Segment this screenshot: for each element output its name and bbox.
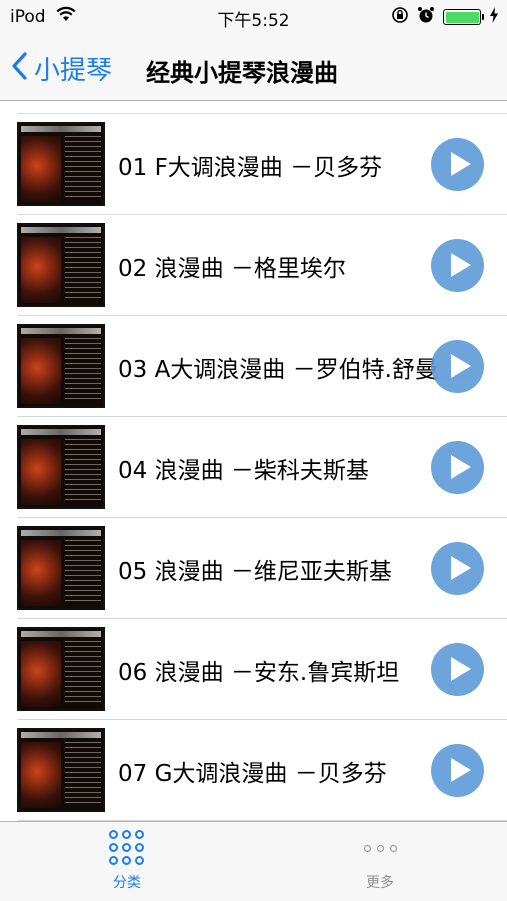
play-button[interactable] (431, 340, 484, 393)
navigation-bar: 小提琴 经典小提琴浪漫曲 (0, 36, 507, 101)
page-title: 经典小提琴浪漫曲 (146, 59, 338, 87)
album-cover-thumbnail (17, 425, 105, 509)
song-title: 04 浪漫曲 －柴科夫斯基 (118, 458, 369, 484)
grid-icon (109, 830, 145, 866)
song-title: 07 G大调浪漫曲 －贝多芬 (118, 761, 387, 787)
list-item[interactable]: 01 F大调浪漫曲 －贝多芬 (0, 114, 507, 215)
play-button[interactable] (431, 138, 484, 191)
play-button[interactable] (431, 239, 484, 292)
back-button-label: 小提琴 (34, 55, 113, 86)
song-title: 02 浪漫曲 －格里埃尔 (118, 256, 346, 282)
chevron-left-icon (10, 51, 28, 85)
song-list[interactable]: 01 F大调浪漫曲 －贝多芬 02 浪漫曲 －格里埃尔 03 A大调浪漫曲 －罗… (0, 101, 507, 821)
back-button[interactable]: 小提琴 (10, 50, 112, 86)
tab-more-label: 更多 (366, 875, 394, 891)
orientation-lock-icon (391, 6, 409, 28)
tab-more[interactable]: 更多 (340, 830, 420, 892)
play-button[interactable] (431, 542, 484, 595)
status-right (391, 6, 499, 28)
list-item[interactable]: 03 A大调浪漫曲 －罗伯特.舒曼 (0, 316, 507, 417)
album-cover-thumbnail (17, 728, 105, 812)
battery-fill (445, 11, 479, 23)
list-item[interactable]: 05 浪漫曲 －维尼亚夫斯基 (0, 518, 507, 619)
song-title: 05 浪漫曲 －维尼亚夫斯基 (118, 559, 392, 585)
tab-category[interactable]: 分类 (87, 830, 167, 892)
play-button[interactable] (431, 643, 484, 696)
list-item[interactable]: 04 浪漫曲 －柴科夫斯基 (0, 417, 507, 518)
list-item[interactable]: 06 浪漫曲 －安东.鲁宾斯坦 (0, 619, 507, 720)
album-cover-thumbnail (17, 223, 105, 307)
tab-bar: 分类 更多 (0, 821, 507, 901)
tab-category-label: 分类 (113, 875, 141, 891)
play-button[interactable] (431, 441, 484, 494)
play-button[interactable] (431, 744, 484, 797)
charging-icon (489, 7, 499, 27)
album-cover-thumbnail (17, 526, 105, 610)
list-item[interactable]: 02 浪漫曲 －格里埃尔 (0, 215, 507, 316)
song-title: 01 F大调浪漫曲 －贝多芬 (118, 155, 383, 181)
album-cover-thumbnail (17, 324, 105, 408)
list-item[interactable]: 07 G大调浪漫曲 －贝多芬 (0, 720, 507, 821)
more-icon (340, 830, 420, 866)
song-title: 06 浪漫曲 －安东.鲁宾斯坦 (118, 660, 400, 686)
battery-icon (443, 9, 484, 25)
status-bar: iPod 下午5:52 (0, 0, 507, 36)
album-cover-thumbnail (17, 627, 105, 711)
album-cover-thumbnail (17, 122, 105, 206)
song-title: 03 A大调浪漫曲 －罗伯特.舒曼 (118, 357, 438, 383)
alarm-icon (417, 6, 435, 28)
